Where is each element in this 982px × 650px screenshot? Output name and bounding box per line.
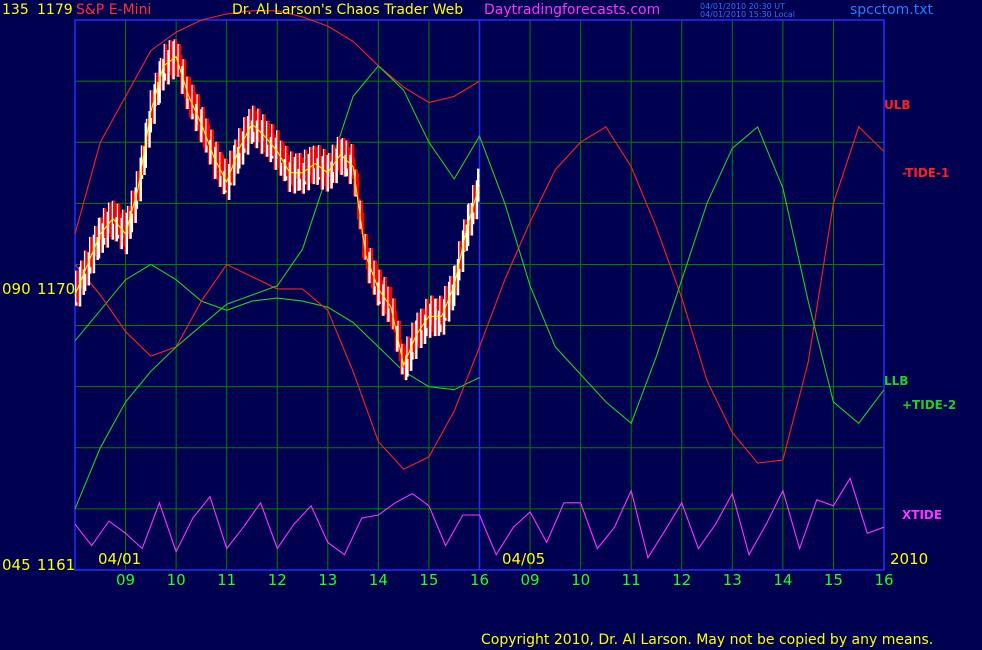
x-tick-label: 15: [824, 571, 843, 589]
x-tick-label: 13: [723, 571, 742, 589]
file-label: spcctom.txt: [850, 2, 933, 18]
x-tick-label: 12: [672, 571, 691, 589]
date-start: 04/01: [98, 550, 142, 568]
legend-tide1: -TIDE-1: [902, 166, 950, 180]
chart-canvas: 09 10 11 12 13 14 15 16 09 10 11 12 13 14 15 16: [0, 0, 982, 650]
y-price-bottom: 1161: [37, 556, 76, 574]
copyright-notice: Copyright 2010, Dr. Al Larson. May not b…: [481, 632, 934, 648]
chart-page: 09 10 11 12 13 14 15 16 09 10 11 12 13 14 15 16 135 117…: [0, 0, 982, 650]
x-tick-label: 16: [470, 571, 489, 589]
legend-ulb: ULB: [884, 98, 911, 112]
legend-tide2: +TIDE-2: [902, 398, 957, 412]
x-tick-label: 09: [521, 571, 540, 589]
year-label: 2010: [890, 550, 929, 568]
left-price-top: 1179: [37, 2, 73, 18]
symbol-label: S&P E-Mini: [76, 2, 152, 18]
y-scale-bottom: 045: [2, 556, 31, 574]
left-scale-top: 135: [2, 2, 29, 18]
x-tick-label: 10: [571, 571, 590, 589]
x-tick-label: 11: [622, 571, 641, 589]
x-tick-label: 14: [773, 571, 792, 589]
legend-llb: LLB: [884, 374, 909, 388]
x-tick-label: 10: [167, 571, 186, 589]
date-forecast: 04/05: [502, 550, 546, 568]
x-tick-label: 13: [318, 571, 337, 589]
y-price-mid: 1170: [37, 280, 76, 298]
x-tick-label: 14: [369, 571, 388, 589]
x-tick-label: 11: [217, 571, 236, 589]
timestamp-local: 04/01/2010 15:30 Local: [700, 10, 795, 19]
x-tick-label: 15: [419, 571, 438, 589]
x-tick-label: 16: [874, 571, 893, 589]
chart-background: [0, 0, 982, 650]
chart-title: Dr. Al Larson's Chaos Trader Web: [232, 2, 464, 18]
y-scale-mid: 090: [2, 280, 31, 298]
site-label: Daytradingforecasts.com: [484, 2, 661, 18]
legend-xtide: XTIDE: [902, 508, 943, 522]
x-tick-label: 09: [116, 571, 135, 589]
x-tick-label: 12: [268, 571, 287, 589]
